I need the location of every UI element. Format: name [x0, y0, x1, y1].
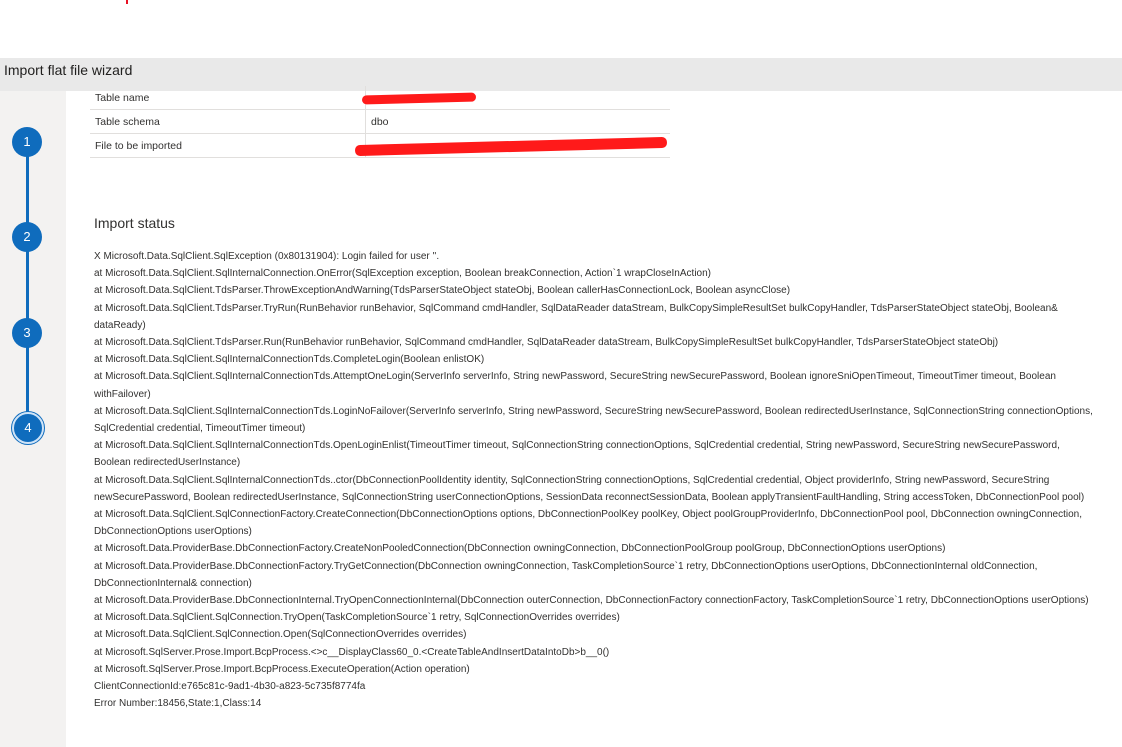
stack-trace-line: at Microsoft.Data.ProviderBase.DbConnect…: [94, 595, 1089, 607]
summary-label: Table schema: [90, 109, 366, 134]
stack-trace-line: at Microsoft.Data.SqlClient.SqlConnectio…: [94, 612, 620, 624]
step-2[interactable]: 2: [12, 222, 42, 252]
step-connector-line: [26, 142, 29, 428]
stack-trace-line: at Microsoft.Data.SqlClient.SqlConnectio…: [94, 629, 467, 641]
summary-label: File to be imported: [90, 133, 366, 158]
stack-trace-line: at Microsoft.SqlServer.Prose.Import.BcpP…: [94, 663, 470, 675]
stack-trace-line: Error Number:18456,State:1,Class:14: [94, 698, 262, 710]
stack-trace-line: at Microsoft.Data.SqlClient.SqlInternalC…: [94, 405, 1093, 435]
stack-trace-line: at Microsoft.Data.SqlClient.TdsParser.Ru…: [94, 337, 999, 349]
stack-trace-line: at Microsoft.Data.SqlClient.TdsParser.Tr…: [94, 302, 1058, 331]
stack-trace-line: at Microsoft.Data.SqlClient.SqlInternalC…: [94, 440, 1060, 469]
stack-trace-line: at Microsoft.Data.ProviderBase.DbConnect…: [94, 543, 946, 555]
stack-trace-line: at Microsoft.Data.SqlClient.SqlInternalC…: [94, 371, 1056, 400]
stack-trace-line: ClientConnectionId:e765c81c-9ad1-4b30-a8…: [94, 681, 366, 693]
error-message-line: X Microsoft.Data.SqlClient.SqlException …: [94, 251, 440, 262]
step-1[interactable]: 1: [12, 127, 42, 157]
stack-trace-line: at Microsoft.SqlServer.Prose.Import.BcpP…: [94, 646, 610, 658]
step-3[interactable]: 3: [12, 318, 42, 348]
stack-trace-line: at Microsoft.Data.SqlClient.TdsParser.Th…: [94, 285, 791, 297]
stack-trace-line: at Microsoft.Data.SqlClient.SqlInternalC…: [94, 354, 485, 366]
top-red-mark: [126, 0, 128, 4]
wizard-title: Import flat file wizard: [4, 62, 133, 78]
table-row: Table schema dbo: [90, 109, 670, 134]
step-4-current[interactable]: 4: [12, 412, 44, 444]
stack-trace-line: at Microsoft.Data.SqlClient.SqlInternalC…: [94, 268, 711, 280]
error-log: X Microsoft.Data.SqlClient.SqlException …: [94, 248, 1094, 712]
stack-trace-line: at Microsoft.Data.SqlClient.SqlConnectio…: [94, 509, 1082, 538]
stack-trace-line: at Microsoft.Data.SqlClient.SqlInternalC…: [94, 474, 1085, 503]
summary-value: dbo: [365, 109, 670, 134]
summary-label: Table name: [90, 86, 366, 110]
import-status-heading: Import status: [94, 215, 175, 231]
stack-trace-line: at Microsoft.Data.ProviderBase.DbConnect…: [94, 560, 1038, 589]
